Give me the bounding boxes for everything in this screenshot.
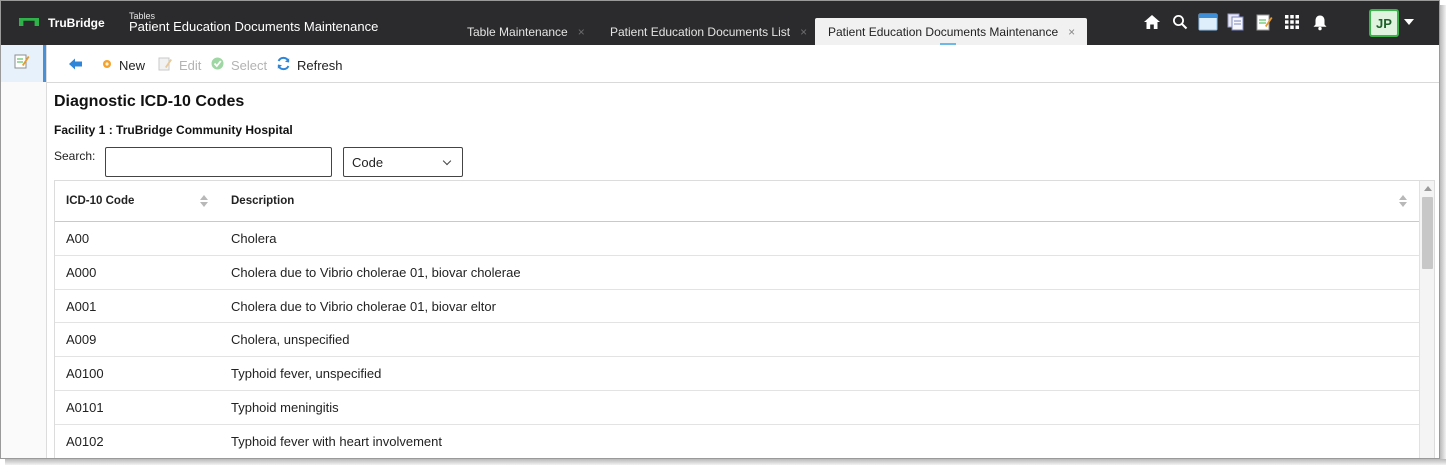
search-by-select[interactable]: Code [343,147,463,177]
avatar[interactable]: JP [1369,9,1399,37]
notepad-icon [13,52,31,75]
tab-table-maintenance[interactable]: Table Maintenance × [467,18,585,45]
table-row[interactable]: A00 Cholera [55,222,1419,256]
trubridge-logo-icon [19,18,39,28]
sort-icon[interactable] [200,195,208,207]
close-icon[interactable]: × [1068,25,1075,39]
tab-patient-education-documents-maintenance[interactable]: Patient Education Documents Maintenance … [815,18,1088,45]
home-icon[interactable] [1141,11,1163,33]
edit-button[interactable]: Edit [158,56,201,74]
table-row[interactable]: A0100 Typhoid fever, unspecified [55,357,1419,391]
cell-description: Typhoid fever, unspecified [231,366,382,382]
refresh-icon [276,56,291,74]
window-shadow-right [1440,5,1446,462]
column-header-label: Description [231,195,295,207]
window-icon[interactable] [1197,11,1219,33]
cell-description: Cholera due to Vibrio cholerae 01, biova… [231,264,521,280]
top-navigation-bar: TruBridge Tables Patient Education Docum… [1,1,1439,45]
column-header-description[interactable]: Description [231,181,294,221]
refresh-button-label: Refresh [297,57,343,73]
documents-icon[interactable] [1225,11,1247,33]
edit-button-label: Edit [179,57,202,73]
new-button-label: New [119,57,146,73]
cell-description: Typhoid fever with heart involvement [231,433,442,449]
table-body: A00 Cholera A000 Cholera due to Vibrio c… [55,222,1419,458]
action-toolbar: New Edit Select Refresh [47,45,1439,83]
search-input[interactable] [105,147,332,177]
cell-description: Typhoid meningitis [231,399,339,415]
scrollbar-thumb[interactable] [1422,197,1433,269]
chevron-down-icon[interactable] [1404,19,1414,25]
notepad-icon[interactable] [1253,11,1275,33]
cell-code: A000 [66,264,97,280]
select-button-label: Select [231,57,268,73]
vertical-scrollbar[interactable] [1419,181,1434,458]
close-icon[interactable]: × [800,25,807,39]
edit-icon [158,56,173,74]
new-button[interactable]: New [101,56,145,74]
refresh-button[interactable]: Refresh [276,56,343,74]
application-window: TruBridge Tables Patient Education Docum… [0,0,1440,459]
tab-label: Table Maintenance [467,24,568,39]
table-row[interactable]: A009 Cholera, unspecified [55,323,1419,358]
cell-description: Cholera, unspecified [231,332,350,348]
table-row[interactable]: A0102 Typhoid fever with heart involveme… [55,425,1419,458]
close-icon[interactable]: × [578,25,585,39]
top-icon-bar [1141,11,1337,33]
back-button[interactable] [68,56,84,74]
left-side-rail [1,45,47,458]
page-header-title: Patient Education Documents Maintenance [129,19,379,34]
column-header-code[interactable]: ICD-10 Code [66,181,134,221]
sort-icon[interactable] [1399,195,1407,207]
brand-logo[interactable]: TruBridge [19,15,105,31]
table-row[interactable]: A0101 Typhoid meningitis [55,391,1419,425]
tab-patient-education-documents-list[interactable]: Patient Education Documents List × [610,18,807,45]
cell-code: A0101 [66,399,104,415]
sidebar-item-edit-document[interactable] [1,45,46,82]
tab-label: Patient Education Documents Maintenance [828,24,1059,39]
column-header-label: ICD-10 Code [66,195,135,207]
search-icon[interactable] [1169,11,1191,33]
window-shadow-bottom [5,459,1446,465]
cell-code: A00 [66,231,90,246]
search-label: Search: [54,149,96,163]
cell-code: A0100 [66,366,104,382]
icd10-codes-table: ICD-10 Code Description A00 Cholera A000… [54,180,1435,458]
scroll-up-icon[interactable] [1424,186,1432,191]
new-icon [101,58,113,73]
table-header: ICD-10 Code Description [55,181,1419,222]
cell-description: Cholera due to Vibrio cholerae 01, biova… [231,298,496,314]
bell-icon[interactable] [1309,11,1331,33]
page-title: Diagnostic ICD-10 Codes [54,93,245,110]
search-by-value: Code [352,154,384,170]
cell-code: A0102 [66,433,104,449]
apps-grid-icon[interactable] [1281,11,1303,33]
chevron-down-icon [442,156,452,165]
table-row[interactable]: A000 Cholera due to Vibrio cholerae 01, … [55,256,1419,290]
cell-code: A009 [66,332,97,348]
table-row[interactable]: A001 Cholera due to Vibrio cholerae 01, … [55,290,1419,324]
select-button[interactable]: Select [210,56,267,74]
back-arrow-icon [68,57,84,74]
cell-description: Cholera [231,231,277,246]
cell-code: A001 [66,298,97,314]
brand-name: TruBridge [48,16,105,30]
tab-label: Patient Education Documents List [610,24,791,39]
checkmark-icon [210,56,225,74]
facility-label: Facility 1 : TruBridge Community Hospita… [54,123,293,137]
